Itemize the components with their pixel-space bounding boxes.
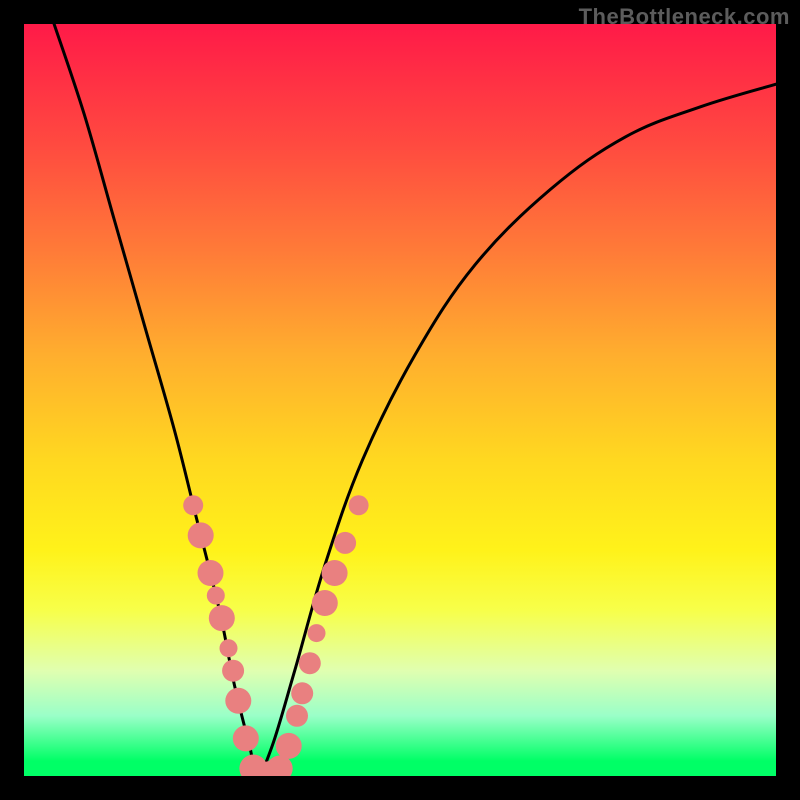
curve-marker <box>222 660 244 682</box>
curve-marker <box>349 495 369 515</box>
chart-plot-area <box>24 24 776 776</box>
curve-marker <box>225 688 251 714</box>
curve-marker <box>308 624 326 642</box>
bottleneck-curve-path <box>54 24 776 776</box>
curve-marker <box>322 560 348 586</box>
curve-marker <box>198 560 224 586</box>
curve-marker <box>207 587 225 605</box>
curve-marker <box>291 682 313 704</box>
curve-marker <box>312 590 338 616</box>
curve-marker <box>286 705 308 727</box>
curve-marker <box>334 532 356 554</box>
curve-marker <box>209 605 235 631</box>
curve-marker <box>276 733 302 759</box>
curve-marker <box>299 652 321 674</box>
curve-marker <box>183 495 203 515</box>
curve-marker <box>220 639 238 657</box>
curve-marker <box>188 522 214 548</box>
bottleneck-curve-svg <box>24 24 776 776</box>
curve-marker <box>233 725 259 751</box>
